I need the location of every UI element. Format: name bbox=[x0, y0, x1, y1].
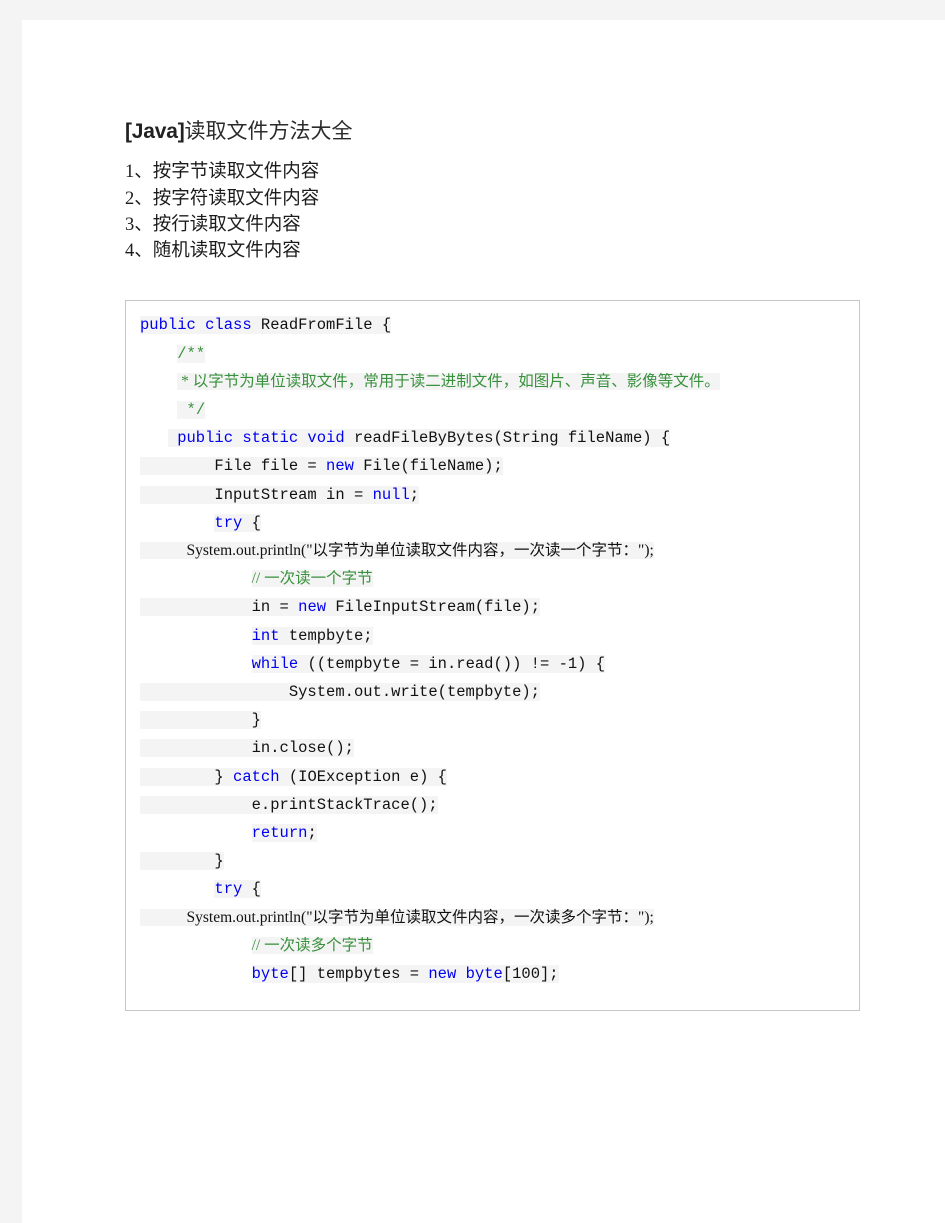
code-token: new byte bbox=[428, 964, 503, 983]
code-token: } bbox=[140, 852, 224, 871]
page-title-latin: [Java] bbox=[125, 120, 185, 143]
code-token: ; bbox=[409, 485, 420, 504]
code-token: * 以字节为单位读取文件，常用于读二进制文件，如图片、声音、影像等文件。 bbox=[177, 372, 720, 390]
code-line: try { bbox=[140, 875, 851, 903]
code-line: return; bbox=[140, 819, 851, 847]
code-line: byte[] tempbytes = new byte[100]; bbox=[140, 960, 851, 988]
code-token: /** bbox=[177, 344, 206, 363]
code-token: System.out.write(tempbyte); bbox=[140, 682, 540, 701]
code-token: InputStream in = bbox=[140, 485, 373, 504]
code-token: catch bbox=[233, 767, 289, 786]
code-token: [100]; bbox=[502, 964, 559, 983]
code-line: InputStream in = null; bbox=[140, 481, 851, 509]
code-line: } catch (IOException e) { bbox=[140, 763, 851, 791]
document-page: [Java]读取文件方法大全 1、按字节读取文件内容 2、按字符读取文件内容 3、按… bbox=[22, 20, 945, 1223]
page-title: [Java]读取文件方法大全 bbox=[125, 118, 945, 145]
code-token: in = bbox=[140, 598, 299, 617]
code-token: new bbox=[326, 457, 364, 476]
list-item: 3、按行读取文件内容 bbox=[125, 214, 301, 235]
code-token: e.printStackTrace(); bbox=[140, 795, 438, 814]
code-line: try { bbox=[140, 509, 851, 537]
code-token: // 一次读一个字节 bbox=[251, 570, 373, 588]
code-token: try bbox=[214, 880, 252, 899]
code-token: ; bbox=[307, 823, 317, 842]
code-token: byte bbox=[251, 964, 289, 983]
code-line: } bbox=[140, 847, 851, 875]
code-content: public class ReadFromFile { /** * 以字节为单位… bbox=[126, 311, 859, 988]
code-token: in.close(); bbox=[140, 739, 354, 758]
code-token: (IOException e) { bbox=[288, 767, 447, 786]
code-token: { bbox=[251, 880, 261, 899]
code-line: System.out.println("以字节为单位读取文件内容，一次读多个字节… bbox=[140, 904, 851, 932]
code-line: public static void readFileByBytes(Strin… bbox=[140, 424, 851, 452]
code-token: // 一次读多个字节 bbox=[251, 936, 373, 954]
code-token: return bbox=[251, 823, 308, 842]
code-token: public static void bbox=[167, 429, 354, 448]
page-content: [Java]读取文件方法大全 1、按字节读取文件内容 2、按字符读取文件内容 3、按… bbox=[22, 20, 945, 1012]
code-token: System.out.println("以字节为单位读取文件内容，一次读一个字节… bbox=[140, 541, 654, 559]
code-token: new bbox=[298, 598, 336, 617]
code-line: // 一次读多个字节 bbox=[140, 932, 851, 960]
code-token: int bbox=[251, 626, 289, 645]
code-line: } bbox=[140, 706, 851, 734]
code-line: public class ReadFromFile { bbox=[140, 311, 851, 339]
code-line: e.printStackTrace(); bbox=[140, 791, 851, 819]
code-line: File file = new File(fileName); bbox=[140, 452, 851, 480]
code-token: public class bbox=[140, 316, 261, 335]
code-line: // 一次读一个字节 bbox=[140, 565, 851, 593]
code-token: ReadFromFile { bbox=[260, 316, 392, 335]
code-token: */ bbox=[177, 400, 206, 419]
list-item: 2、按字符读取文件内容 bbox=[125, 188, 320, 209]
code-line: /** bbox=[140, 340, 851, 368]
code-token: System.out.println("以字节为单位读取文件内容，一次读多个字节… bbox=[140, 908, 654, 926]
code-token: [] tempbytes = bbox=[288, 964, 429, 983]
code-token: FileInputStream(file); bbox=[335, 598, 540, 617]
code-line: while ((tempbyte = in.read()) != -1) { bbox=[140, 650, 851, 678]
code-line: */ bbox=[140, 396, 851, 424]
code-token: while bbox=[251, 654, 308, 673]
code-token: try bbox=[214, 513, 252, 532]
code-token: null bbox=[372, 485, 410, 504]
code-line: System.out.write(tempbyte); bbox=[140, 678, 851, 706]
code-token: File file = bbox=[140, 457, 327, 476]
list-item: 4、随机读取文件内容 bbox=[125, 241, 301, 262]
code-line: System.out.println("以字节为单位读取文件内容，一次读一个字节… bbox=[140, 537, 851, 565]
code-line: in = new FileInputStream(file); bbox=[140, 593, 851, 621]
list-item: 1、按字节读取文件内容 bbox=[125, 162, 320, 183]
code-token: readFileByBytes(String fileName) { bbox=[353, 429, 671, 448]
code-token: tempbyte; bbox=[288, 626, 373, 645]
code-token: } bbox=[140, 767, 234, 786]
code-block: public class ReadFromFile { /** * 以字节为单位… bbox=[125, 300, 860, 1012]
code-token: } bbox=[140, 711, 261, 730]
code-line: * 以字节为单位读取文件，常用于读二进制文件，如图片、声音、影像等文件。 bbox=[140, 368, 851, 396]
code-line: int tempbyte; bbox=[140, 622, 851, 650]
code-token: { bbox=[251, 513, 261, 532]
page-title-cjk: 读取文件方法大全 bbox=[184, 119, 353, 143]
code-token: ((tempbyte = in.read()) != -1) { bbox=[307, 654, 606, 673]
method-list: 1、按字节读取文件内容 2、按字符读取文件内容 3、按行读取文件内容 4、随机读取文件… bbox=[125, 159, 945, 264]
code-line: in.close(); bbox=[140, 734, 851, 762]
code-token: File(fileName); bbox=[363, 457, 503, 476]
